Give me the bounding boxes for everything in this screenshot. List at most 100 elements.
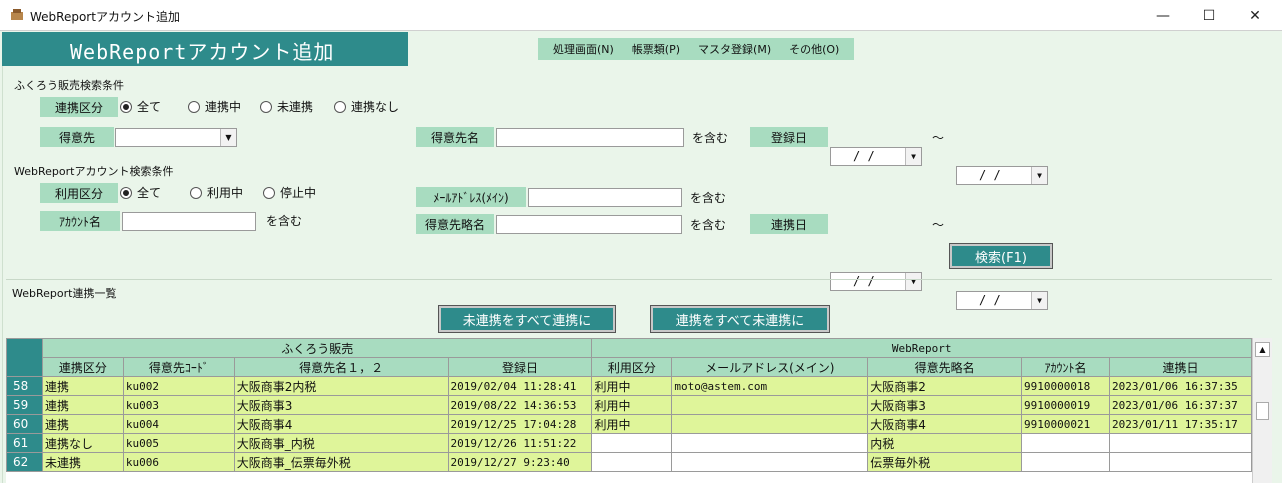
cell-code[interactable]: ku005: [122, 433, 235, 453]
cell-name[interactable]: 大阪商事3: [233, 395, 449, 415]
menu-item-master[interactable]: マスタ登録(M): [689, 41, 780, 57]
cell-name[interactable]: 大阪商事_内税: [233, 433, 449, 453]
renkei-radio-unlinked[interactable]: 未連携: [260, 98, 313, 115]
cell-renkeibi[interactable]: [1108, 452, 1252, 472]
mail-label: ﾒｰﾙｱﾄﾞﾚｽ(ﾒｲﾝ): [416, 187, 526, 207]
menu-item-other[interactable]: その他(O): [780, 41, 848, 57]
scroll-thumb[interactable]: [1256, 402, 1269, 420]
cell-mail[interactable]: [671, 395, 869, 415]
riyou-radio-stopped[interactable]: 停止中: [263, 184, 316, 201]
renkei-date-from[interactable]: / / ▼: [830, 272, 922, 291]
cell-renkeibi[interactable]: 2023/01/06 16:37:35: [1108, 376, 1252, 396]
col-header-touroku[interactable]: 登録日: [447, 357, 593, 377]
menu-item-chouhyou[interactable]: 帳票類(P): [623, 41, 689, 57]
cell-renkeibi[interactable]: [1108, 433, 1252, 453]
contains-text: を含む: [690, 218, 727, 232]
list-title: WebReport連携一覧: [12, 287, 117, 300]
chevron-down-icon[interactable]: ▼: [905, 148, 921, 165]
col-header-mail[interactable]: メールアドレス(メイン): [671, 357, 869, 377]
cell-ryaku[interactable]: 大阪商事2: [867, 376, 1022, 396]
scroll-up-icon[interactable]: ▲: [1255, 342, 1270, 357]
table-row[interactable]: 58 連携 ku002 大阪商事2内税 2019/02/04 11:28:41 利用中 mo…: [6, 376, 1252, 396]
cell-touroku[interactable]: 2019/12/26 11:51:22: [447, 433, 593, 453]
row-number: 61: [6, 433, 43, 453]
cell-riyou[interactable]: 利用中: [591, 395, 673, 415]
cell-account[interactable]: [1021, 452, 1110, 472]
cell-mail[interactable]: [671, 452, 869, 472]
cell-renkei-kubun[interactable]: 未連携: [41, 452, 124, 472]
col-header-account[interactable]: ｱｶｳﾝﾄ名: [1021, 357, 1110, 377]
cell-code[interactable]: ku003: [122, 395, 235, 415]
fukurou-section-title: ふくろう販売検索条件: [14, 79, 124, 92]
unlink-all-button[interactable]: 連携をすべて未連携に: [650, 305, 830, 333]
riyou-radio-all[interactable]: 全て: [120, 184, 161, 201]
riyou-radio-active[interactable]: 利用中: [190, 184, 243, 201]
col-header-code[interactable]: 得意先ｺｰﾄﾞ: [122, 357, 235, 377]
cell-riyou[interactable]: 利用中: [591, 376, 673, 396]
touroku-date-to[interactable]: / / ▼: [956, 166, 1048, 185]
cell-renkeibi[interactable]: 2023/01/11 17:35:17: [1108, 414, 1252, 434]
account-input[interactable]: [122, 212, 256, 231]
cell-code[interactable]: ku002: [122, 376, 235, 396]
radio-label: 連携中: [205, 100, 242, 114]
col-header-renkei-kubun[interactable]: 連携区分: [41, 357, 124, 377]
chevron-down-icon[interactable]: ▼: [1031, 167, 1047, 184]
cell-ryaku[interactable]: 大阪商事4: [867, 414, 1022, 434]
cell-mail[interactable]: [671, 414, 869, 434]
tokuisaki-name-input[interactable]: [496, 128, 684, 147]
cell-account[interactable]: [1021, 433, 1110, 453]
cell-renkei-kubun[interactable]: 連携: [41, 414, 124, 434]
cell-riyou[interactable]: [591, 433, 673, 453]
renkei-radio-all[interactable]: 全て: [120, 98, 161, 115]
search-button[interactable]: 検索(F1): [949, 243, 1053, 269]
cell-ryaku[interactable]: 伝票毎外税: [867, 452, 1022, 472]
cell-riyou[interactable]: [591, 452, 673, 472]
cell-touroku[interactable]: 2019/12/25 17:04:28: [447, 414, 593, 434]
cell-mail[interactable]: moto@astem.com: [671, 376, 869, 396]
radio-circle: [260, 100, 272, 113]
cell-name[interactable]: 大阪商事2内税: [233, 376, 449, 396]
cell-mail[interactable]: [671, 433, 869, 453]
chevron-down-icon[interactable]: ▼: [220, 129, 236, 146]
touroku-date-from[interactable]: / / ▼: [830, 147, 922, 166]
col-header-renkeibi[interactable]: 連携日: [1108, 357, 1252, 377]
cell-code[interactable]: ku006: [122, 452, 235, 472]
vertical-scrollbar[interactable]: ▲: [1252, 338, 1272, 483]
cell-account[interactable]: 9910000018: [1021, 376, 1110, 396]
table-row[interactable]: 61 連携なし ku005 大阪商事_内税 2019/12/26 11:51:22 内税: [6, 433, 1252, 453]
cell-touroku[interactable]: 2019/08/22 14:36:53: [447, 395, 593, 415]
chevron-down-icon[interactable]: ▼: [1031, 292, 1047, 309]
ryakumei-input[interactable]: [496, 215, 682, 234]
cell-renkei-kubun[interactable]: 連携: [41, 395, 124, 415]
tokuisaki-combo[interactable]: ▼: [115, 128, 237, 147]
cell-renkei-kubun[interactable]: 連携なし: [41, 433, 124, 453]
cell-touroku[interactable]: 2019/12/27 9:23:40: [447, 452, 593, 472]
table-row[interactable]: 62 未連携 ku006 大阪商事_伝票毎外税 2019/12/27 9:23:40 伝票…: [6, 452, 1252, 472]
col-header-ryaku[interactable]: 得意先略名: [867, 357, 1022, 377]
cell-ryaku[interactable]: 内税: [867, 433, 1022, 453]
renkei-radio-none[interactable]: 連携なし: [334, 98, 399, 115]
table-row[interactable]: 59 連携 ku003 大阪商事3 2019/08/22 14:36:53 利用中 大阪商事…: [6, 395, 1252, 415]
cell-ryaku[interactable]: 大阪商事3: [867, 395, 1022, 415]
minimize-button[interactable]: —: [1140, 0, 1186, 31]
cell-riyou[interactable]: 利用中: [591, 414, 673, 434]
cell-renkeibi[interactable]: 2023/01/06 16:37:37: [1108, 395, 1252, 415]
cell-name[interactable]: 大阪商事4: [233, 414, 449, 434]
col-header-riyou[interactable]: 利用区分: [591, 357, 673, 377]
cell-name[interactable]: 大阪商事_伝票毎外税: [233, 452, 449, 472]
mail-input[interactable]: [528, 188, 682, 207]
close-button[interactable]: ✕: [1232, 0, 1278, 31]
col-header-name[interactable]: 得意先名１，２: [233, 357, 449, 377]
cell-renkei-kubun[interactable]: 連携: [41, 376, 124, 396]
menu-item-shori[interactable]: 処理画面(N): [544, 41, 623, 57]
cell-touroku[interactable]: 2019/02/04 11:28:41: [447, 376, 593, 396]
renkei-radio-linked[interactable]: 連携中: [188, 98, 241, 115]
cell-account[interactable]: 9910000021: [1021, 414, 1110, 434]
maximize-button[interactable]: ☐: [1186, 0, 1232, 31]
table-row[interactable]: 60 連携 ku004 大阪商事4 2019/12/25 17:04:28 利用中 大阪商事…: [6, 414, 1252, 434]
link-all-button[interactable]: 未連携をすべて連携に: [438, 305, 616, 333]
chevron-down-icon[interactable]: ▼: [905, 273, 921, 290]
cell-account[interactable]: 9910000019: [1021, 395, 1110, 415]
cell-code[interactable]: ku004: [122, 414, 235, 434]
renkei-date-to[interactable]: / / ▼: [956, 291, 1048, 310]
